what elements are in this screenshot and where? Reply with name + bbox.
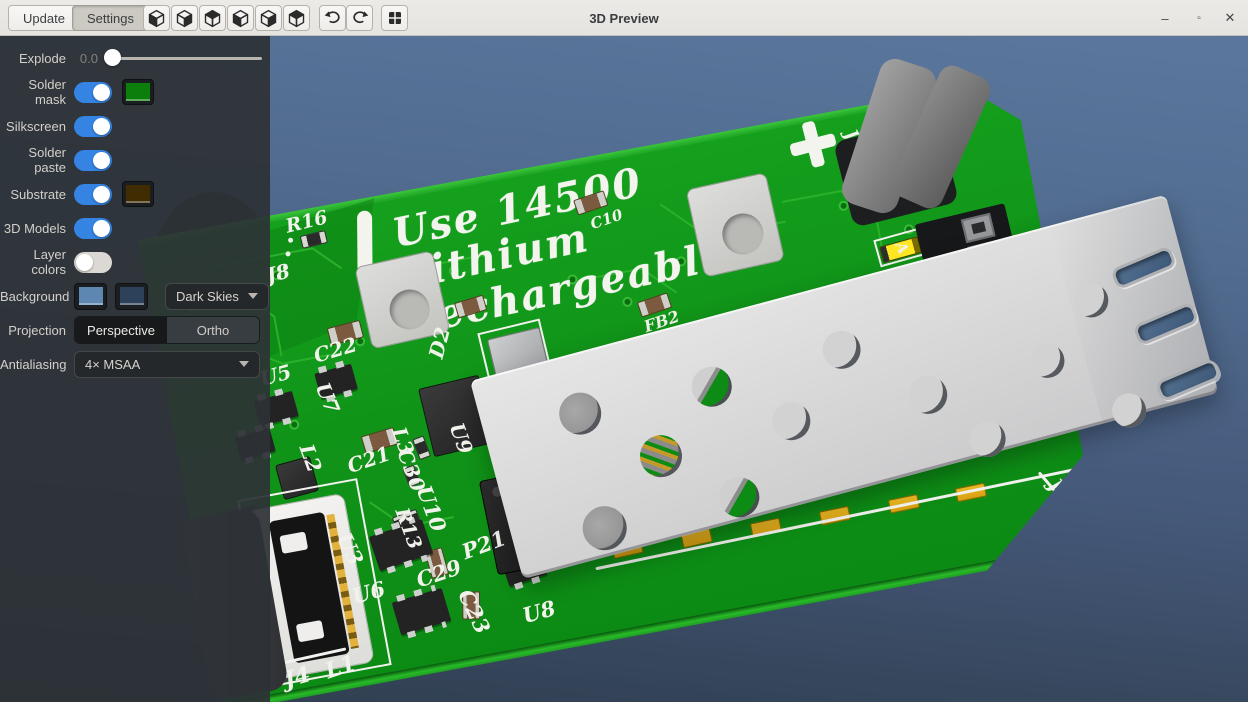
antialiasing-dropdown[interactable]: 4× MSAA [74,351,260,378]
3d-models-label: 3D Models [0,221,66,236]
view-cube-5-icon[interactable] [255,5,282,31]
projection-segment: Perspective Ortho [74,316,260,344]
view-cube-4-icon[interactable] [227,5,254,31]
view-cube-1-icon[interactable] [143,5,170,31]
silkscreen-label: Silkscreen [0,119,66,134]
shield-hole [1027,340,1069,382]
background-top-color-swatch[interactable] [74,283,107,310]
background-label: Background [0,289,66,304]
shield-hole [635,430,686,481]
projection-label: Projection [0,323,66,338]
shield-hole [554,388,605,439]
explode-label: Explode [0,51,66,66]
solder-mask-toggle[interactable] [74,82,112,103]
projection-perspective-button[interactable]: Perspective [75,317,167,343]
solder-mask-color-swatch[interactable] [122,79,154,105]
solder-mask-label: Solder mask [0,77,66,107]
projection-row: Projection Perspective Ortho [0,313,270,347]
update-button[interactable]: Update [8,5,80,31]
titlebar: Update Settings 3D Preview – ▫ [0,0,1248,36]
chevron-down-icon [239,361,249,367]
background-bottom-color-swatch[interactable] [115,283,148,310]
solder-paste-row: Solder paste [0,143,270,177]
layer-colors-label: Layer colors [0,247,66,277]
substrate-row: Substrate [0,177,270,211]
3d-preview-window: Use 14500 Lithium rechargeable R16J8C10F… [0,0,1248,702]
maximize-button[interactable]: ▫ [1184,0,1214,36]
shield-hole [768,398,815,445]
background-preset-value: Dark Skies [176,289,239,304]
explode-slider[interactable] [104,49,262,67]
rotate-ccw-icon[interactable] [319,5,346,31]
antialiasing-label: Antialiasing [0,357,66,372]
background-preset-dropdown[interactable]: Dark Skies [165,283,269,310]
projection-ortho-button[interactable]: Ortho [167,317,259,343]
layer-colors-toggle[interactable] [74,252,112,273]
silkscreen-toggle[interactable] [74,116,112,137]
shield-hole [818,326,865,373]
antialiasing-value: 4× MSAA [85,357,140,372]
background-row: Background Dark Skies [0,279,270,313]
minimize-button[interactable]: – [1150,0,1180,36]
antialiasing-row: Antialiasing 4× MSAA [0,347,270,381]
solder-mask-row: Solder mask [0,75,270,109]
3d-models-row: 3D Models [0,211,270,245]
close-button[interactable]: ✕ [1215,0,1245,36]
explode-row: Explode 0.0 [0,41,270,75]
settings-sidebar: Explode 0.0 Solder mask Silkscreen Solde… [0,36,270,702]
explode-slider-thumb[interactable] [104,49,121,66]
solder-paste-label: Solder paste [0,145,66,175]
shield-hole [905,372,952,419]
solder-paste-toggle[interactable] [74,150,112,171]
layer-colors-row: Layer colors [0,245,270,279]
grid-view-icon[interactable] [381,5,408,31]
substrate-label: Substrate [0,187,66,202]
shield-hole [687,362,736,411]
rotate-cw-icon[interactable] [346,5,373,31]
explode-value: 0.0 [74,51,98,66]
shield-hole [578,501,632,555]
substrate-toggle[interactable] [74,184,112,205]
settings-button[interactable]: Settings [72,5,149,31]
substrate-color-swatch[interactable] [122,181,154,207]
chevron-down-icon [248,293,258,299]
view-cube-6-icon[interactable] [283,5,310,31]
3d-models-toggle[interactable] [74,218,112,239]
shield-hole [715,473,764,522]
view-cube-2-icon[interactable] [171,5,198,31]
view-cube-3-icon[interactable] [199,5,226,31]
silkscreen-row: Silkscreen [0,109,270,143]
pcb-component-sot [392,588,452,635]
explode-slider-track [104,57,262,60]
